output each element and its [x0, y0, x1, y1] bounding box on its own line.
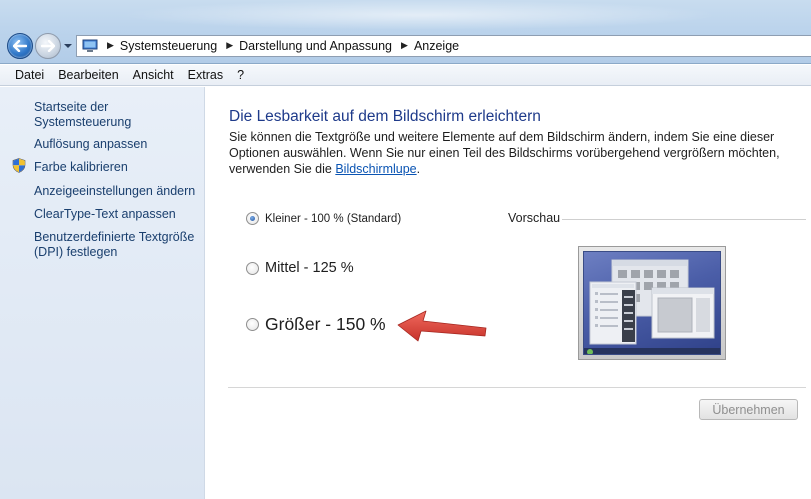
menu-bearbeiten[interactable]: Bearbeiten	[51, 68, 125, 82]
menu-help[interactable]: ?	[230, 68, 251, 82]
option-mittel[interactable]: Mittel - 125 %	[246, 260, 354, 276]
menu-datei[interactable]: Datei	[8, 68, 51, 82]
menu-ansicht[interactable]: Ansicht	[126, 68, 181, 82]
sidebar-item-aufloesung[interactable]: Auflösung anpassen	[34, 137, 147, 152]
breadcrumb-anzeige[interactable]: Anzeige	[414, 39, 459, 53]
preview-monitor	[578, 246, 726, 360]
back-arrow-icon	[13, 40, 27, 52]
content-divider	[228, 387, 806, 388]
radio-groesser[interactable]	[246, 318, 259, 331]
option-kleiner[interactable]: Kleiner - 100 % (Standard)	[246, 212, 401, 225]
breadcrumb-separator-icon[interactable]: ▶	[401, 41, 408, 51]
preview-desktop-illustration	[584, 259, 720, 354]
intro-body: Sie können die Textgröße und weitere Ele…	[229, 130, 780, 176]
breadcrumb-systemsteuerung[interactable]: Systemsteuerung	[120, 39, 217, 53]
page-title: Die Lesbarkeit auf dem Bildschirm erleic…	[229, 108, 541, 125]
preview-label: Vorschau	[508, 211, 561, 225]
apply-button[interactable]: Übernehmen	[699, 399, 798, 420]
forward-button[interactable]	[35, 33, 61, 59]
intro-end: .	[416, 162, 421, 176]
red-arrow-annotation	[397, 310, 487, 342]
preview-screen	[583, 251, 721, 355]
bildschirmlupe-link[interactable]: Bildschirmlupe	[335, 162, 416, 176]
option-groesser[interactable]: Größer - 150 %	[246, 314, 386, 335]
recent-pages-dropdown-icon[interactable]	[63, 41, 73, 51]
option-groesser-label[interactable]: Größer - 150 %	[265, 314, 386, 335]
breadcrumb-separator-icon[interactable]: ▶	[226, 41, 233, 51]
navigation-pane: Startseite der Systemsteuerung Auflösung…	[0, 87, 205, 499]
control-panel-icon	[82, 39, 98, 53]
main-content: Die Lesbarkeit auf dem Bildschirm erleic…	[206, 87, 811, 499]
sidebar-item-farbe[interactable]: Farbe kalibrieren	[34, 160, 128, 175]
sidebar-home-link[interactable]: Startseite der Systemsteuerung	[34, 100, 204, 130]
address-bar[interactable]: ▶ Systemsteuerung ▶ Darstellung und Anpa…	[76, 35, 811, 57]
menu-bar: Datei Bearbeiten Ansicht Extras ?	[0, 65, 811, 86]
intro-text: Sie können die Textgröße und weitere Ele…	[229, 129, 804, 177]
radio-kleiner[interactable]	[246, 212, 259, 225]
shield-icon	[12, 158, 26, 173]
sidebar-item-dpi[interactable]: Benutzerdefinierte Textgröße (DPI) festl…	[34, 230, 199, 260]
sidebar-item-cleartype[interactable]: ClearType-Text anpassen	[34, 207, 176, 222]
menu-extras[interactable]: Extras	[181, 68, 230, 82]
preview-divider	[562, 219, 806, 220]
forward-arrow-icon	[41, 40, 55, 52]
radio-mittel[interactable]	[246, 261, 259, 275]
option-kleiner-label[interactable]: Kleiner - 100 % (Standard)	[265, 213, 401, 225]
option-mittel-label[interactable]: Mittel - 125 %	[265, 260, 354, 276]
breadcrumb-darstellung[interactable]: Darstellung und Anpassung	[239, 39, 392, 53]
sidebar-item-anzeigeeinstellungen[interactable]: Anzeigeeinstellungen ändern	[34, 184, 195, 199]
window-titlebar: ▶ Systemsteuerung ▶ Darstellung und Anpa…	[0, 0, 811, 64]
breadcrumb-separator-icon[interactable]: ▶	[107, 41, 114, 51]
glass-highlight	[120, 0, 720, 30]
back-button[interactable]	[7, 33, 33, 59]
